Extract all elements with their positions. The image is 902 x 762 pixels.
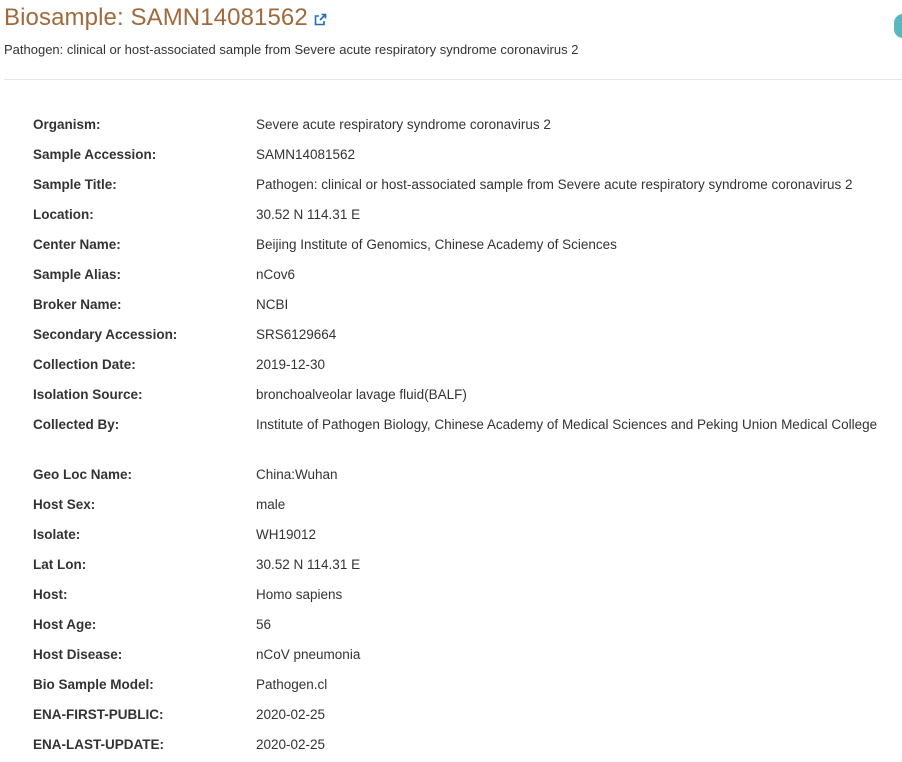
attribute-label: Isolation Source: — [33, 387, 143, 402]
attribute-value: 30.52 N 114.31 E — [256, 557, 361, 572]
attribute-label: Lat Lon: — [33, 557, 87, 572]
attribute-value: nCov6 — [256, 267, 296, 282]
attribute-row: Isolation Source: bronchoalveolar lavage … — [33, 385, 896, 415]
page-subtitle: Pathogen: clinical or host-associated sa… — [4, 42, 579, 57]
attribute-row: Host Disease: nCoV pneumonia — [33, 645, 896, 675]
attribute-row: Sample Alias: nCov6 — [33, 265, 896, 295]
attribute-label: Sample Alias: — [33, 267, 122, 282]
attribute-label: Bio Sample Model: — [33, 677, 154, 692]
attribute-row: Center Name: Beijing Institute of Genomic… — [33, 235, 896, 265]
attribute-label: ENA-FIRST-PUBLIC: — [33, 707, 164, 722]
attribute-label: Host Sex: — [33, 497, 96, 512]
attribute-row: Broker Name: NCBI — [33, 295, 896, 325]
attribute-row: Location: 30.52 N 114.31 E — [33, 205, 896, 235]
page-header: Biosample: SAMN14081562 Pathogen: clinic… — [4, 2, 902, 57]
biosample-page: Biosample: SAMN14081562 Pathogen: clinic… — [0, 0, 902, 762]
title-row: Biosample: SAMN14081562 — [4, 2, 902, 34]
attribute-value: Pathogen.cl — [256, 677, 328, 692]
attribute-value: 2020-02-25 — [256, 707, 326, 722]
attribute-value: China:Wuhan — [256, 467, 338, 482]
page-title: Biosample: SAMN14081562 — [4, 4, 308, 31]
attribute-label: Collected By: — [33, 417, 120, 432]
attribute-row: Sample Accession: SAMN14081562 — [33, 145, 896, 175]
attribute-value: Beijing Institute of Genomics, Chinese A… — [256, 237, 617, 252]
attribute-label: Host Disease: — [33, 647, 123, 662]
attribute-value: 2019-12-30 — [256, 357, 326, 372]
attribute-value: Pathogen: clinical or host-associated sa… — [256, 177, 853, 192]
attribute-label: Geo Loc Name: — [33, 467, 133, 482]
attribute-row: Bio Sample Model: Pathogen.cl — [33, 675, 896, 705]
side-panel-toggle[interactable] — [894, 14, 902, 38]
external-link-glyph — [314, 13, 327, 26]
attribute-label: Center Name: — [33, 237, 121, 252]
attribute-value: Homo sapiens — [256, 587, 343, 602]
attribute-label: Host: — [33, 587, 68, 602]
attribute-row: Collection Date: 2019-12-30 — [33, 355, 896, 385]
attribute-row: ENA-FIRST-PUBLIC: 2020-02-25 — [33, 705, 896, 735]
attribute-label: Sample Accession: — [33, 147, 157, 162]
attribute-row: Collected By: Institute of Pathogen Biolo… — [33, 415, 896, 465]
attribute-label: Collection Date: — [33, 357, 136, 372]
attribute-row: ENA-LAST-UPDATE: 2020-02-25 — [33, 735, 896, 762]
attribute-label: ENA-LAST-UPDATE: — [33, 737, 164, 752]
attribute-value: 30.52 N 114.31 E — [256, 207, 361, 222]
attribute-value: nCoV pneumonia — [256, 647, 361, 662]
attribute-value: male — [256, 497, 286, 512]
attribute-list: Organism: Severe acute respiratory syndro… — [33, 115, 896, 762]
attribute-label: Location: — [33, 207, 94, 222]
attribute-label: Broker Name: — [33, 297, 122, 312]
attribute-value: 56 — [256, 617, 272, 632]
attribute-label: Sample Title: — [33, 177, 117, 192]
attribute-row: Host Sex: male — [33, 495, 896, 525]
attribute-value: Institute of Pathogen Biology, Chinese A… — [256, 417, 878, 432]
attribute-label: Host Age: — [33, 617, 97, 632]
attribute-row: Sample Title: Pathogen: clinical or host-… — [33, 175, 896, 205]
attribute-value: NCBI — [256, 297, 289, 312]
attribute-value: WH19012 — [256, 527, 317, 542]
attribute-row: Isolate: WH19012 — [33, 525, 896, 555]
attribute-value: Severe acute respiratory syndrome corona… — [256, 117, 551, 132]
attribute-value: bronchoalveolar lavage fluid(BALF) — [256, 387, 467, 402]
attribute-value: SAMN14081562 — [256, 147, 356, 162]
external-link-icon[interactable] — [313, 13, 327, 27]
attribute-value: SRS6129664 — [256, 327, 337, 342]
attribute-row: Geo Loc Name: China:Wuhan — [33, 465, 896, 495]
attribute-row: Organism: Severe acute respiratory syndro… — [33, 115, 896, 145]
attribute-value: 2020-02-25 — [256, 737, 326, 752]
header-divider — [4, 79, 902, 80]
attribute-row: Host: Homo sapiens — [33, 585, 896, 615]
attribute-label: Isolate: — [33, 527, 81, 542]
attribute-label: Organism: — [33, 117, 101, 132]
attribute-label: Secondary Accession: — [33, 327, 178, 342]
attribute-row: Lat Lon: 30.52 N 114.31 E — [33, 555, 896, 585]
attribute-row: Secondary Accession: SRS6129664 — [33, 325, 896, 355]
attribute-row: Host Age: 56 — [33, 615, 896, 645]
